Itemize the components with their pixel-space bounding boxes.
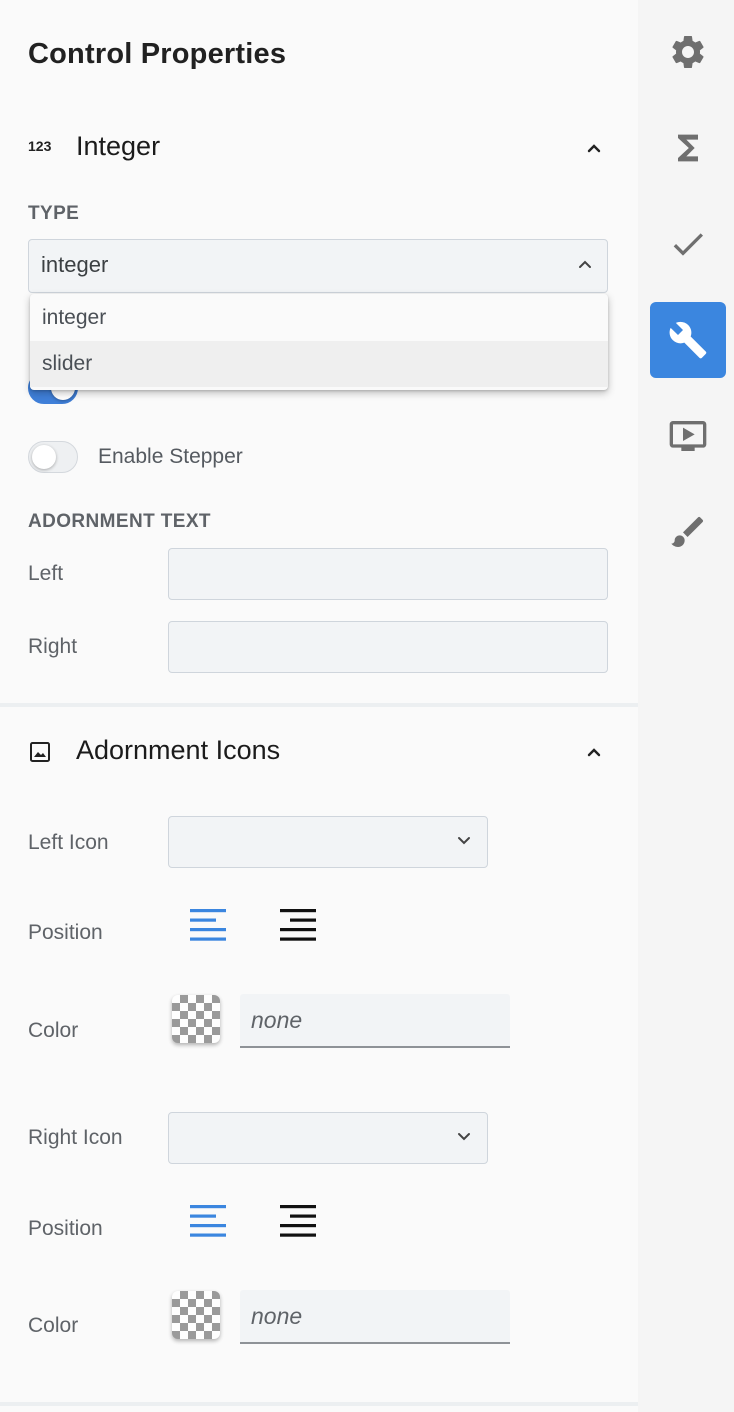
gear-icon [672, 35, 704, 68]
control-properties-panel: Control Properties 123 Integer TYPE inte… [0, 0, 638, 1412]
stepper-toggle[interactable] [28, 441, 78, 473]
section-divider [0, 703, 638, 707]
paintbrush-icon [671, 516, 704, 547]
type-select-value: integer [41, 252, 109, 277]
right-color-input[interactable]: none [240, 1290, 510, 1344]
chevron-down-icon [456, 832, 472, 853]
left-color-value: none [251, 1007, 303, 1033]
left-icon-select[interactable] [168, 816, 488, 868]
align-right-icon[interactable] [280, 1204, 316, 1245]
left-position-label: Position [28, 921, 103, 944]
right-text-input[interactable] [168, 621, 608, 673]
integer-section-title: Integer [76, 131, 161, 161]
left-icon-label: Left Icon [28, 831, 109, 854]
number-123-icon: 123 [28, 138, 56, 159]
right-position-label: Position [28, 1217, 103, 1240]
image-icon [28, 740, 52, 769]
type-dropdown-menu: integer slider [30, 294, 608, 390]
right-color-label: Color [28, 1314, 79, 1337]
right-icon-select[interactable] [168, 1112, 488, 1164]
chevron-down-icon [456, 1128, 472, 1149]
right-text-label: Right [28, 635, 78, 658]
validation-button[interactable] [650, 206, 726, 282]
type-select[interactable]: integer [28, 239, 608, 293]
adornment-icons-section-title: Adornment Icons [76, 735, 281, 765]
settings-button[interactable] [650, 14, 726, 90]
integer-section-header[interactable]: 123 Integer [0, 118, 638, 178]
tool-rail [638, 0, 734, 1412]
dropdown-option-integer[interactable]: integer [30, 295, 608, 341]
right-icon-label: Right Icon [28, 1126, 123, 1149]
stepper-label: Enable Stepper [98, 445, 243, 468]
chevron-up-icon [577, 257, 593, 278]
left-color-swatch[interactable] [172, 995, 220, 1043]
preview-button[interactable] [650, 398, 726, 474]
align-left-icon[interactable] [190, 908, 226, 949]
left-color-input[interactable]: none [240, 994, 510, 1048]
type-label: TYPE [28, 203, 80, 224]
dropdown-option-slider[interactable]: slider [30, 341, 608, 387]
align-left-icon[interactable] [190, 1204, 226, 1245]
wrench-icon [669, 321, 707, 359]
style-button[interactable] [650, 494, 726, 570]
tools-button[interactable] [650, 302, 726, 378]
adornment-text-label: ADORNMENT TEXT [28, 511, 211, 532]
adornment-icons-section-header[interactable]: Adornment Icons [0, 722, 638, 782]
play-screen-icon [669, 421, 707, 451]
left-color-label: Color [28, 1019, 79, 1042]
svg-text:123: 123 [28, 138, 52, 154]
section-divider [0, 1402, 638, 1406]
checkmark-icon [673, 233, 703, 256]
formula-button[interactable] [650, 110, 726, 186]
chevron-up-icon[interactable] [584, 742, 604, 762]
right-color-value: none [251, 1303, 303, 1329]
chevron-up-icon[interactable] [584, 138, 604, 158]
sigma-icon [678, 134, 698, 162]
right-color-swatch[interactable] [172, 1291, 220, 1339]
left-text-label: Left [28, 562, 64, 585]
panel-title: Control Properties [28, 38, 287, 70]
align-right-icon[interactable] [280, 908, 316, 949]
toggle-knob [32, 445, 56, 469]
left-text-input[interactable] [168, 548, 608, 600]
